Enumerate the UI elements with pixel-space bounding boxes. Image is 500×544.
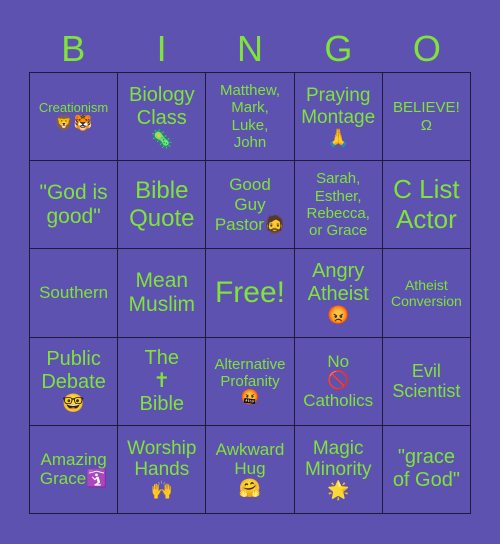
bingo-cell[interactable]: Atheist Conversion: [382, 249, 471, 338]
bingo-cell[interactable]: Magic Minority 🌟: [294, 425, 383, 514]
cell-label: "grace of God": [392, 446, 460, 492]
cell-label: Mean Muslim: [128, 268, 196, 316]
cell-label: Biology Class: [128, 83, 195, 129]
cell-label: Angry Atheist: [307, 260, 369, 306]
header-letter-o: O: [412, 28, 441, 69]
cell-label: Public Debate: [41, 348, 106, 394]
bingo-cell[interactable]: "God is good": [30, 161, 119, 250]
bingo-cell[interactable]: BELIEVE! Ω: [382, 73, 471, 162]
free-space-cell[interactable]: Free!: [206, 249, 295, 338]
bingo-cell[interactable]: Mean Muslim: [118, 249, 207, 338]
raising-hands-icon: 🙌: [150, 480, 173, 501]
bingo-cell[interactable]: Alternative Profanity 🤬: [206, 337, 295, 426]
bingo-cell[interactable]: "grace of God": [382, 425, 471, 514]
header-letter-n: N: [237, 28, 264, 69]
header-letter-g: G: [324, 28, 353, 69]
cell-label: C List Actor: [393, 173, 460, 234]
cell-label: Matthew, Mark, Luke, John: [219, 82, 280, 151]
header-letter-b: B: [61, 28, 86, 69]
bingo-cell[interactable]: Bible Quote: [118, 161, 207, 250]
bingo-cell[interactable]: Evil Scientist: [382, 337, 471, 426]
cell-label: No: [327, 351, 350, 371]
bingo-header: B I N G O: [29, 28, 471, 70]
prohibited-icon: 🚫: [326, 370, 350, 391]
bingo-cell[interactable]: Good Guy Pastor🧔: [206, 161, 295, 250]
hugging-face-icon: 🤗: [238, 478, 262, 499]
cell-label: The ✝ Bible: [139, 346, 185, 415]
cell-label: Sarah, Esther, Rebecca, or Grace: [306, 170, 370, 240]
cell-label: Alternative Profanity: [214, 355, 286, 390]
cell-label: Creationism: [38, 99, 109, 115]
cell-label: Praying Montage: [301, 84, 376, 128]
cursing-face-icon: 🤬: [240, 389, 260, 407]
cell-label: Worship Hands: [127, 437, 197, 481]
bingo-cell[interactable]: Creationism 🦁🐯: [30, 73, 119, 162]
cell-label: Evil Scientist: [392, 360, 461, 402]
bingo-cell[interactable]: Biology Class 🦠: [118, 73, 207, 162]
cell-label: Magic Minority: [304, 437, 372, 481]
bingo-card: Creationism 🦁🐯 Biology Class 🦠 Matthew, …: [29, 72, 471, 514]
nerd-face-icon: 🤓: [62, 393, 85, 414]
bingo-cell[interactable]: Awkward Hug 🤗: [206, 425, 295, 514]
bingo-cell[interactable]: Praying Montage 🙏: [294, 73, 383, 162]
cell-label: Amazing Grace🛐: [39, 449, 108, 489]
header-letter-i: I: [156, 28, 167, 69]
bingo-cell[interactable]: Sarah, Esther, Rebecca, or Grace: [294, 161, 383, 250]
angry-face-icon: 😡: [326, 305, 350, 326]
bingo-cell[interactable]: Worship Hands 🙌: [118, 425, 207, 514]
cell-label-2: Catholics: [303, 391, 374, 411]
cell-label: Bible Quote: [129, 177, 195, 232]
bingo-cell[interactable]: Matthew, Mark, Luke, John: [206, 73, 295, 162]
bingo-cell[interactable]: No 🚫 Catholics: [294, 337, 383, 426]
microbe-icon: 🦠: [150, 128, 173, 149]
cell-label: Awkward Hug: [215, 439, 285, 479]
glowing-star-icon: 🌟: [326, 480, 350, 501]
cell-label: Good Guy Pastor🧔: [214, 175, 286, 234]
bingo-cell[interactable]: Public Debate 🤓: [30, 337, 119, 426]
praying-hands-icon: 🙏: [326, 127, 350, 148]
cell-label: Southern: [39, 283, 109, 303]
cell-label: BELIEVE! Ω: [393, 99, 460, 134]
cell-label: Atheist Conversion: [390, 276, 462, 309]
lion-tiger-icon: 🦁🐯: [54, 114, 93, 132]
bingo-cell[interactable]: Amazing Grace🛐: [30, 425, 119, 514]
cell-label: "God is good": [39, 180, 108, 228]
bingo-cell[interactable]: C List Actor: [382, 161, 471, 250]
bingo-cell[interactable]: Angry Atheist 😡: [294, 249, 383, 338]
free-space-label: Free!: [214, 275, 285, 309]
bingo-cell[interactable]: Southern: [30, 249, 119, 338]
bingo-cell[interactable]: The ✝ Bible: [118, 337, 207, 426]
